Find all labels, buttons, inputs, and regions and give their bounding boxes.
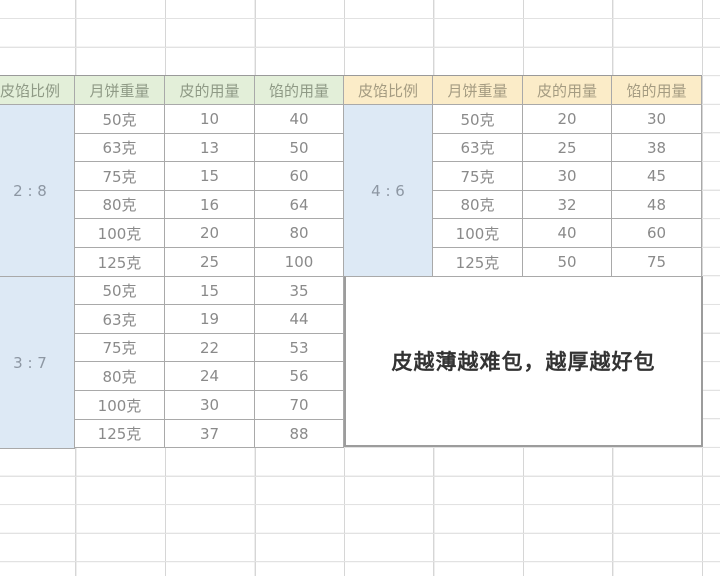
filling-amount-cell[interactable]: 60 <box>612 219 702 248</box>
row-gridline <box>0 533 720 534</box>
filling-amount-cell[interactable]: 40 <box>255 105 344 134</box>
mooncake-weight-cell[interactable]: 75克 <box>75 334 165 362</box>
filling-amount-cell[interactable]: 48 <box>612 191 702 219</box>
filling-amount-cell[interactable]: 75 <box>612 248 702 277</box>
mooncake-weight-cell[interactable]: 63克 <box>433 134 523 162</box>
mooncake-weight-cell[interactable]: 63克 <box>75 305 165 334</box>
row-gridline <box>0 476 720 477</box>
note-text: 皮越薄越难包，越厚越好包 <box>391 350 656 374</box>
crust-amount-cell[interactable]: 30 <box>523 162 612 191</box>
filling-amount-cell[interactable]: 56 <box>255 362 344 391</box>
mooncake-weight-cell[interactable]: 80克 <box>433 191 523 219</box>
ratio-merged-cell[interactable]: 2 : 8 <box>0 105 75 277</box>
row-gridline <box>0 18 720 19</box>
column-header[interactable]: 月饼重量 <box>433 76 523 105</box>
filling-amount-cell[interactable]: 45 <box>612 162 702 191</box>
crust-amount-cell[interactable]: 37 <box>165 420 255 448</box>
column-header[interactable]: 馅的用量 <box>255 76 344 105</box>
crust-amount-cell[interactable]: 24 <box>165 362 255 391</box>
mooncake-weight-cell[interactable]: 80克 <box>75 191 165 219</box>
filling-amount-cell[interactable]: 50 <box>255 134 344 162</box>
filling-amount-cell[interactable]: 80 <box>255 219 344 248</box>
mooncake-weight-cell[interactable]: 100克 <box>75 219 165 248</box>
filling-amount-cell[interactable]: 30 <box>612 105 702 134</box>
mooncake-weight-cell[interactable]: 75克 <box>75 162 165 191</box>
mooncake-weight-cell[interactable]: 125克 <box>433 248 523 277</box>
crust-amount-cell[interactable]: 20 <box>523 105 612 134</box>
mooncake-weight-cell[interactable]: 75克 <box>433 162 523 191</box>
crust-amount-cell[interactable]: 13 <box>165 134 255 162</box>
row-gridline <box>0 561 720 562</box>
filling-amount-cell[interactable]: 60 <box>255 162 344 191</box>
crust-amount-cell[interactable]: 20 <box>165 219 255 248</box>
note-merged-cell[interactable]: 皮越薄越难包，越厚越好包 <box>344 276 703 447</box>
row-gridline <box>0 504 720 505</box>
crust-amount-cell[interactable]: 25 <box>523 134 612 162</box>
column-header[interactable]: 月饼重量 <box>75 76 165 105</box>
crust-amount-cell[interactable]: 50 <box>523 248 612 277</box>
crust-amount-cell[interactable]: 10 <box>165 105 255 134</box>
crust-amount-cell[interactable]: 30 <box>165 391 255 420</box>
column-header[interactable]: 馅的用量 <box>612 76 702 105</box>
mooncake-weight-cell[interactable]: 125克 <box>75 420 165 448</box>
mooncake-weight-cell[interactable]: 100克 <box>433 219 523 248</box>
crust-amount-cell[interactable]: 15 <box>165 277 255 305</box>
mooncake-weight-cell[interactable]: 80克 <box>75 362 165 391</box>
column-header[interactable]: 皮馅比例 <box>0 76 75 105</box>
filling-amount-cell[interactable]: 44 <box>255 305 344 334</box>
filling-amount-cell[interactable]: 35 <box>255 277 344 305</box>
filling-amount-cell[interactable]: 53 <box>255 334 344 362</box>
filling-amount-cell[interactable]: 100 <box>255 248 344 277</box>
crust-amount-cell[interactable]: 19 <box>165 305 255 334</box>
mooncake-weight-cell[interactable]: 50克 <box>75 105 165 134</box>
column-header[interactable]: 皮的用量 <box>165 76 255 105</box>
filling-amount-cell[interactable]: 88 <box>255 420 344 448</box>
column-header[interactable]: 皮的用量 <box>523 76 612 105</box>
ratio-merged-cell[interactable]: 3 : 7 <box>0 277 75 449</box>
filling-amount-cell[interactable]: 38 <box>612 134 702 162</box>
filling-amount-cell[interactable]: 64 <box>255 191 344 219</box>
mooncake-weight-cell[interactable]: 50克 <box>433 105 523 134</box>
crust-amount-cell[interactable]: 25 <box>165 248 255 277</box>
crust-amount-cell[interactable]: 32 <box>523 191 612 219</box>
mooncake-weight-cell[interactable]: 63克 <box>75 134 165 162</box>
crust-amount-cell[interactable]: 22 <box>165 334 255 362</box>
crust-amount-cell[interactable]: 16 <box>165 191 255 219</box>
crust-amount-cell[interactable]: 40 <box>523 219 612 248</box>
column-header[interactable]: 皮馅比例 <box>344 76 433 105</box>
mooncake-weight-cell[interactable]: 125克 <box>75 248 165 277</box>
crust-amount-cell[interactable]: 15 <box>165 162 255 191</box>
row-gridline <box>0 47 720 48</box>
mooncake-weight-cell[interactable]: 50克 <box>75 277 165 305</box>
filling-amount-cell[interactable]: 70 <box>255 391 344 420</box>
ratio-merged-cell[interactable]: 4 : 6 <box>344 105 433 277</box>
mooncake-weight-cell[interactable]: 100克 <box>75 391 165 420</box>
